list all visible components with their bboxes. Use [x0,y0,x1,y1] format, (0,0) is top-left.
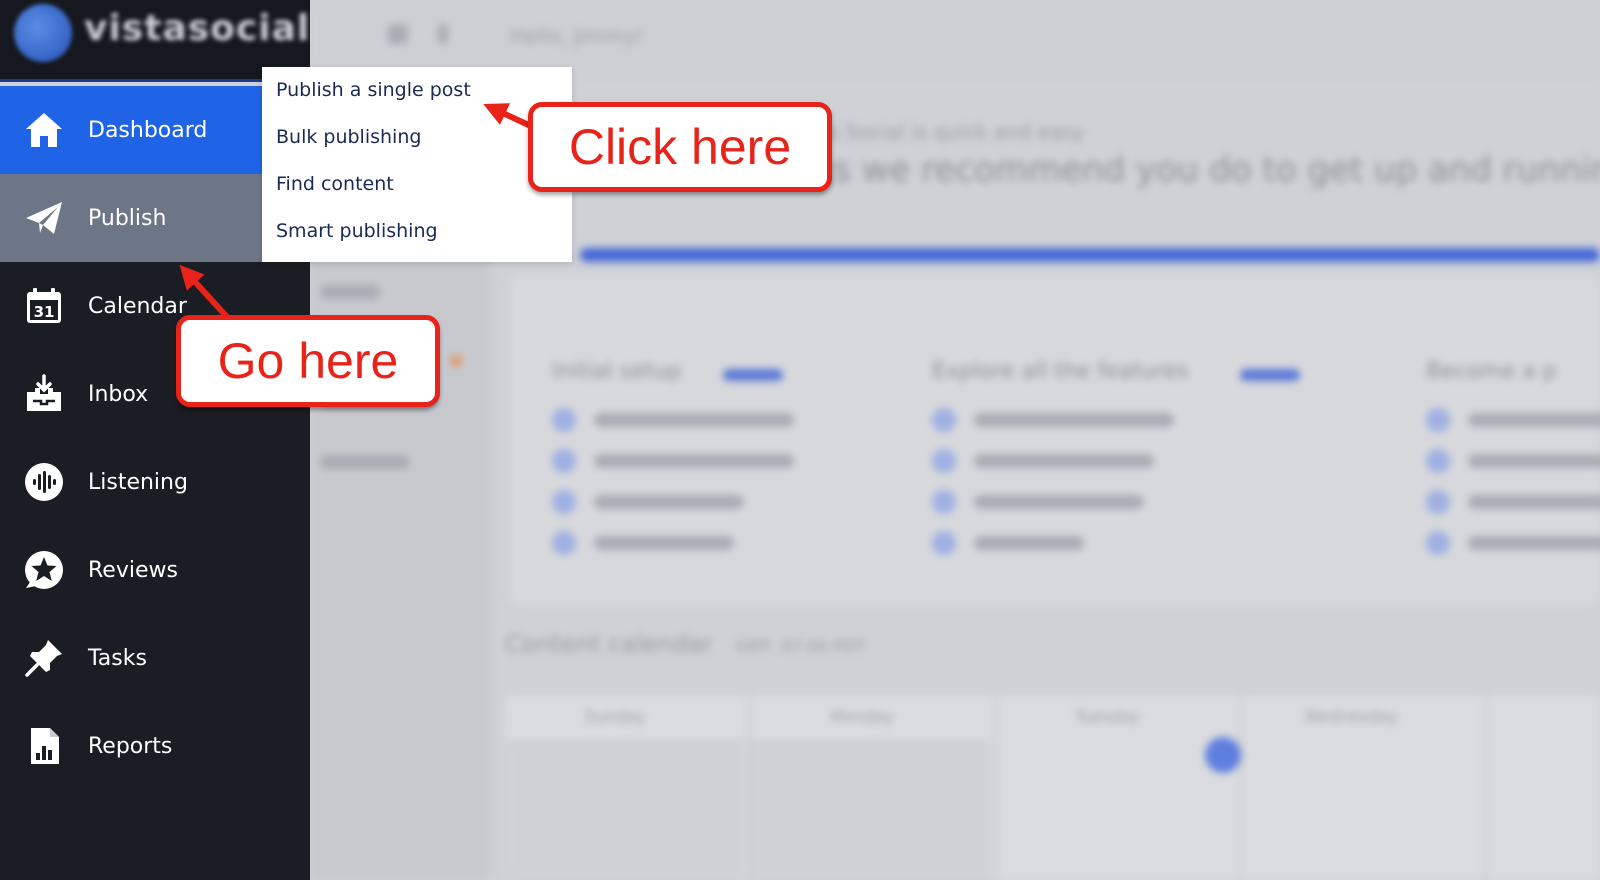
calendar-icon-day: 31 [34,303,55,321]
hero-title: ngs we recommend you do to get up and ru… [790,150,1600,190]
top-bar: Hello, Jimmy! [310,0,1600,75]
sidebar-item-label: Reports [88,733,173,759]
chevron-down-icon [388,24,408,44]
sidebar-item-dashboard[interactable]: Dashboard [0,86,262,174]
calendar-title: Content calendar GMT -07:00 PDT [505,630,866,658]
calendar-grid: Sunday Monday Tuesday Wednesday [505,695,1600,880]
hero-subtitle: Vista Social is quick and easy [790,120,1085,144]
onboarding-progress-bar [580,248,1600,262]
logo-icon [14,4,72,62]
sidebar-item-publish[interactable]: Publish [0,174,262,262]
callout-text: Go here [217,333,399,389]
greeting-text: Hello, Jimmy! [510,24,644,48]
sidebar-item-label: Tasks [88,645,147,671]
logo-text: vistasocial [84,8,310,49]
column-title: Become a p [1426,359,1557,384]
callout-text: Click here [568,119,792,175]
inbox-icon [22,372,66,416]
chevron-left-icon [438,24,448,44]
publish-submenu: Publish a single post Bulk publishing Fi… [262,67,572,262]
calendar-icon: 31 [22,284,66,328]
report-icon [22,724,66,768]
sidebar-item-reviews[interactable]: Reviews [0,526,310,614]
pin-icon [22,636,66,680]
sidebar-item-tasks[interactable]: Tasks [0,614,310,702]
column-title: Initial setup [552,359,682,384]
paper-plane-icon [22,196,66,240]
home-icon [22,108,66,152]
menu-item-publish-single-post[interactable]: Publish a single post [276,79,471,101]
callout-go-here: Go here [176,315,440,407]
sidebar-item-label: Dashboard [88,117,208,143]
onboarding-panel: Initial setup Explore all the features B… [510,275,1600,605]
sidebar-item-label: Calendar [88,293,187,319]
sidebar-item-label: Listening [88,469,188,495]
sidebar-item-label: Reviews [88,557,178,583]
menu-item-bulk-publishing[interactable]: Bulk publishing [276,126,421,148]
column-title: Explore all the features [932,359,1189,384]
today-marker [1205,737,1241,773]
day-header: Wednesday [1305,707,1398,726]
callout-click-here: Click here [528,102,832,192]
notification-dot [450,355,462,367]
audio-wave-icon [22,460,66,504]
sidebar-item-label: Publish [88,205,167,231]
star-badge-icon [22,548,66,592]
day-header: Tuesday [1075,707,1141,726]
day-header: Monday [830,707,894,726]
day-header: Sunday [585,707,645,726]
sidebar-item-reports[interactable]: Reports [0,702,310,790]
sidebar-item-listening[interactable]: Listening [0,438,310,526]
sidebar-item-label: Inbox [88,381,149,407]
menu-item-find-content[interactable]: Find content [276,173,394,195]
menu-item-smart-publishing[interactable]: Smart publishing [276,220,438,242]
